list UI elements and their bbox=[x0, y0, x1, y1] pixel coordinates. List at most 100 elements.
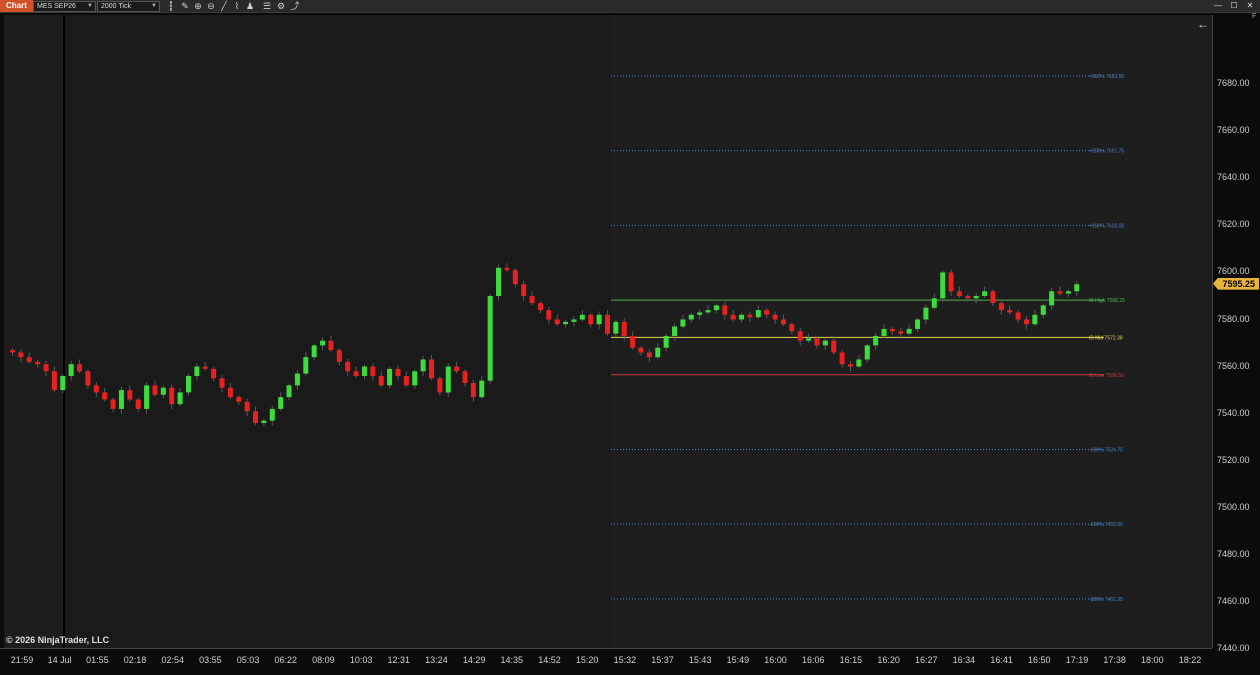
candle-up bbox=[261, 420, 267, 424]
templates-icon[interactable]: ⚙ bbox=[276, 1, 286, 11]
candle-down bbox=[135, 399, 141, 409]
candle-down bbox=[244, 401, 250, 412]
x-tick-label: 14 Jul bbox=[47, 655, 72, 665]
price-axis[interactable]: 7440.00 7460.00 7480.00 7500.00 7520.00 7540.… bbox=[1212, 15, 1260, 653]
candle-down bbox=[630, 335, 636, 348]
candle-up bbox=[60, 375, 66, 391]
candle-down bbox=[638, 347, 644, 353]
x-tick-label: 18:22 bbox=[1178, 655, 1202, 665]
y-tick-label: 7620.00 bbox=[1217, 219, 1250, 230]
candle-up bbox=[194, 366, 200, 376]
price-chart[interactable]: +300% 7683.50 +200% 7651.75 +100% 7620.00 I… bbox=[4, 15, 1212, 648]
x-tick-label: 15:20 bbox=[575, 655, 599, 665]
panel-label: F bbox=[1252, 13, 1257, 20]
candle-up bbox=[579, 314, 585, 320]
y-tick-label: 7520.00 bbox=[1217, 454, 1250, 465]
candle-down bbox=[51, 371, 57, 391]
candle-down bbox=[1015, 312, 1021, 320]
x-tick-label: 15:37 bbox=[651, 655, 674, 665]
candle-up bbox=[1074, 284, 1080, 292]
y-tick-label: 7600.00 bbox=[1217, 266, 1250, 277]
zoom-out-icon[interactable]: ⊖ bbox=[206, 1, 216, 11]
candle-down bbox=[236, 397, 242, 402]
candle-down bbox=[77, 364, 83, 372]
x-tick-label: 10:03 bbox=[349, 655, 373, 665]
candle-down bbox=[43, 364, 49, 372]
candle-down bbox=[35, 361, 41, 365]
y-tick-label: 7500.00 bbox=[1217, 501, 1250, 512]
candle-down bbox=[998, 303, 1004, 311]
drawing-tools-icon[interactable]: ╱ bbox=[219, 1, 229, 11]
candle-down bbox=[18, 352, 24, 358]
time-axis[interactable]: 21:59 14 Jul 01:55 02:18 02:54 03:55 05:03 06:2… bbox=[0, 648, 1212, 675]
level-label: IB Low 7556.50 bbox=[1089, 373, 1124, 379]
x-tick-label: 03:55 bbox=[199, 655, 222, 665]
candle-up bbox=[303, 357, 309, 374]
candle-up bbox=[118, 390, 124, 409]
chart-panel[interactable]: +300% 7683.50 +200% 7651.75 +100% 7620.00 I… bbox=[4, 15, 1212, 648]
candle-down bbox=[604, 314, 610, 334]
candle-down bbox=[110, 399, 116, 409]
share-icon[interactable]: ⤴ bbox=[290, 1, 300, 11]
interval-selector[interactable]: 2000 Tick ▼ bbox=[97, 1, 160, 12]
level-label: IB Mid 7572.38 bbox=[1089, 335, 1123, 341]
instrument-selector[interactable]: MES SEP26 ▼ bbox=[33, 1, 96, 12]
chevron-down-icon: ▼ bbox=[87, 3, 93, 9]
y-tick-label: 7580.00 bbox=[1217, 313, 1250, 324]
candle-down bbox=[102, 392, 108, 400]
copyright-text: © 2026 NinjaTrader, LLC bbox=[6, 635, 110, 645]
candle-down bbox=[646, 352, 652, 358]
x-tick-label: 16:00 bbox=[764, 655, 787, 665]
minimize-icon[interactable]: — bbox=[1213, 1, 1223, 11]
candle-up bbox=[487, 295, 493, 381]
candle-down bbox=[462, 371, 468, 384]
candle-down bbox=[93, 385, 99, 393]
properties-icon[interactable]: ☰ bbox=[262, 1, 272, 11]
back-arrow-icon[interactable]: ← bbox=[1197, 17, 1209, 31]
candle-up bbox=[596, 314, 602, 325]
level-label: -300% 7461.25 bbox=[1089, 597, 1123, 603]
maximize-icon[interactable]: ☐ bbox=[1229, 1, 1239, 11]
interval-label: 2000 Tick bbox=[101, 3, 131, 10]
candle-down bbox=[780, 319, 786, 325]
strategies-icon[interactable]: ♟ bbox=[245, 1, 255, 11]
candle-up bbox=[856, 359, 862, 367]
candle-up bbox=[688, 314, 694, 320]
bar-type-icon[interactable]: ┇ bbox=[166, 1, 176, 11]
close-icon[interactable]: ✕ bbox=[1245, 1, 1255, 11]
x-tick-label: 08:09 bbox=[312, 655, 335, 665]
candle-down bbox=[521, 284, 527, 296]
chart-toolbar: Chart MES SEP26 ▼ 2000 Tick ▼ ┇ ✎ ⊕ ⊖ ╱ … bbox=[0, 0, 1260, 13]
candle-down bbox=[831, 340, 837, 353]
candle-up bbox=[68, 364, 74, 376]
y-tick-label: 7640.00 bbox=[1217, 172, 1250, 183]
indicators-icon[interactable]: ⌇ bbox=[232, 1, 242, 11]
candle-down bbox=[403, 375, 409, 386]
candle-down bbox=[429, 359, 434, 379]
candle-up bbox=[269, 408, 275, 421]
x-tick-label: 17:38 bbox=[1103, 655, 1126, 665]
level-label: +100% 7620.00 bbox=[1089, 223, 1124, 229]
level-label: +200% 7651.75 bbox=[1089, 149, 1124, 155]
x-tick-label: 16:20 bbox=[877, 655, 900, 665]
x-tick-label: 16:06 bbox=[801, 655, 825, 665]
candle-down bbox=[537, 303, 543, 311]
candle-up bbox=[864, 345, 870, 360]
x-tick-label: 16:41 bbox=[990, 655, 1013, 665]
candle-down bbox=[898, 331, 904, 334]
y-tick-label: 7540.00 bbox=[1217, 407, 1250, 418]
chart-tab[interactable]: Chart bbox=[0, 0, 33, 12]
pencil-icon[interactable]: ✎ bbox=[180, 1, 190, 11]
x-tick-label: 12:31 bbox=[387, 655, 411, 665]
candle-down bbox=[454, 366, 460, 372]
y-tick-label: 7440.00 bbox=[1217, 642, 1250, 653]
candle-up bbox=[881, 328, 887, 336]
candle-up bbox=[873, 335, 879, 346]
zoom-in-icon[interactable]: ⊕ bbox=[193, 1, 203, 11]
x-tick-label: 15:32 bbox=[613, 655, 637, 665]
candle-up bbox=[563, 321, 569, 325]
y-tick-label: 7660.00 bbox=[1217, 125, 1250, 136]
candle-up bbox=[755, 310, 761, 318]
x-tick-label: 16:27 bbox=[914, 655, 938, 665]
level-label: -200% 7493.00 bbox=[1089, 522, 1123, 528]
